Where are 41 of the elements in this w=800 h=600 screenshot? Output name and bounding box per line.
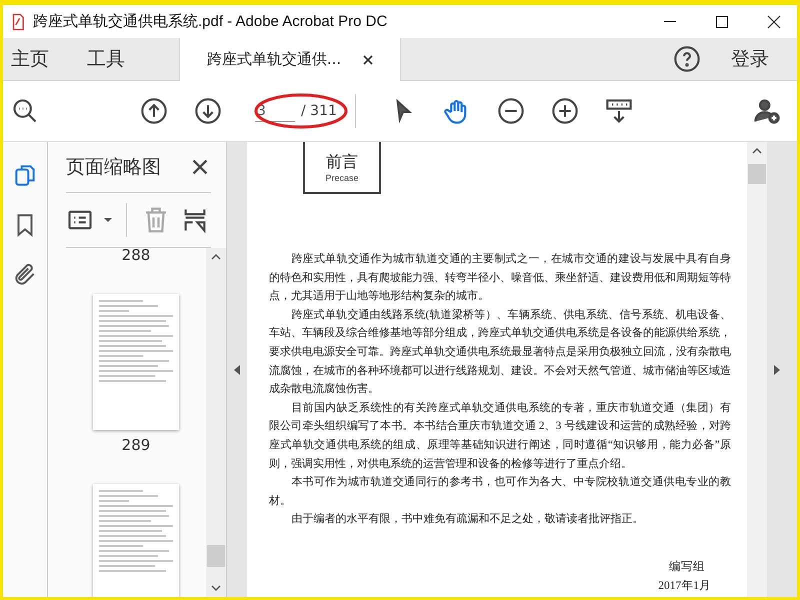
signature: 编写组 xyxy=(669,560,705,574)
maximize-icon[interactable] xyxy=(716,16,728,28)
page-subheading: Precase xyxy=(325,172,359,182)
scroll-up-icon[interactable] xyxy=(752,148,762,154)
page-number: 289 xyxy=(122,436,150,454)
page-thumbnail[interactable] xyxy=(93,294,179,430)
help-icon[interactable] xyxy=(673,45,701,73)
scroll-up-icon[interactable] xyxy=(211,254,221,260)
nav-tab[interactable]: 工具 xyxy=(83,38,129,80)
minimize-icon[interactable] xyxy=(664,20,676,22)
body-paragraph: 目前国内缺乏系统性的有关跨座式单轨交通供电系统的专著，重庆市轨道交通（集团）有限公司牵头组织编写了本书。本书结合重庆市轨道交通 2、3 号线建设和运营的成熟经验，对跨座式单轨交通供电系统的组成、原理等基础知识进行阐述，同时遵循“知识够用，能力必备”原则，强调实用性，对供电系统的运营管理和设备的检修等进行了重点介绍。 xyxy=(269,400,731,472)
date: 2017年1月 xyxy=(658,578,711,593)
page-heading: 前言 xyxy=(326,152,358,172)
body-paragraph: 由于编者的水平有限，书中难免有疏漏和不足之处，敬请读者批评指正。 xyxy=(290,512,644,528)
panel-title: 页面缩略图 xyxy=(66,155,161,180)
scroll-thumb[interactable] xyxy=(207,545,225,567)
collapse-left-icon[interactable] xyxy=(234,364,240,374)
scrollbar[interactable] xyxy=(747,142,767,597)
page-count: / 311 xyxy=(301,103,337,119)
page-thumbnail[interactable] xyxy=(93,484,179,597)
collapse-right-icon[interactable] xyxy=(774,364,780,374)
window-title: 跨座式单轨交通供电系统.pdf - Adobe Acrobat Pro DC xyxy=(33,12,388,31)
zoom-in-icon[interactable] xyxy=(550,97,579,125)
zoom-out-icon[interactable] xyxy=(496,97,525,125)
body-paragraph: 跨座式单轨交通作为城市轨道交通的主要制式之一，在城市交通的建设与发展中具有自身的特色和实用性，具有爬坡能力强、转弯半径小、噪音低、乘坐舒适、建设费用低和周期短等特点，尤其适用于山地等地形结构复杂的城市。 xyxy=(269,252,731,304)
scroll-thumb[interactable] xyxy=(748,164,766,184)
arrow-up-circle-icon[interactable] xyxy=(140,97,168,125)
caret-icon[interactable] xyxy=(104,217,112,223)
close-tab-icon[interactable] xyxy=(363,54,374,64)
scrollbar[interactable] xyxy=(206,248,226,597)
body-paragraph: 跨座式单轨交通由线路系统(轨道梁桥等）、车辆系统、供电系统、信号系统、机电设备、车站、车辆段及综合维修基地等部分组成，跨座式单轨交通供电系统是各设备的能源供给系统，要求供电电源安全可靠。跨座式单轨交通供电系统最显著特点是采用负极独立回流，没有杂散电流腐蚀，在城市的各种环境都可以进行线路规划、建设。不会对天然气管道、城市储油等区域造成杂散电流腐蚀伤害。 xyxy=(269,308,731,398)
page-number: 288 xyxy=(122,248,150,264)
sign-in-link[interactable]: 登录 xyxy=(701,38,797,80)
keyboard-icon[interactable] xyxy=(604,97,633,125)
nav-tab[interactable]: 主页 xyxy=(7,38,53,80)
body-paragraph: 本书可作为城市轨道交通同行的参考书，也可作为各大、中专院校轨道交通供电专业的教材。 xyxy=(269,474,731,509)
scroll-down-icon[interactable] xyxy=(211,585,221,591)
arrow-down-circle-icon[interactable] xyxy=(194,97,222,125)
close-icon[interactable] xyxy=(767,14,781,28)
document-tab[interactable]: 跨座式单轨交通供... xyxy=(179,38,401,81)
tab-title: 跨座式单轨交通供... xyxy=(206,50,342,69)
